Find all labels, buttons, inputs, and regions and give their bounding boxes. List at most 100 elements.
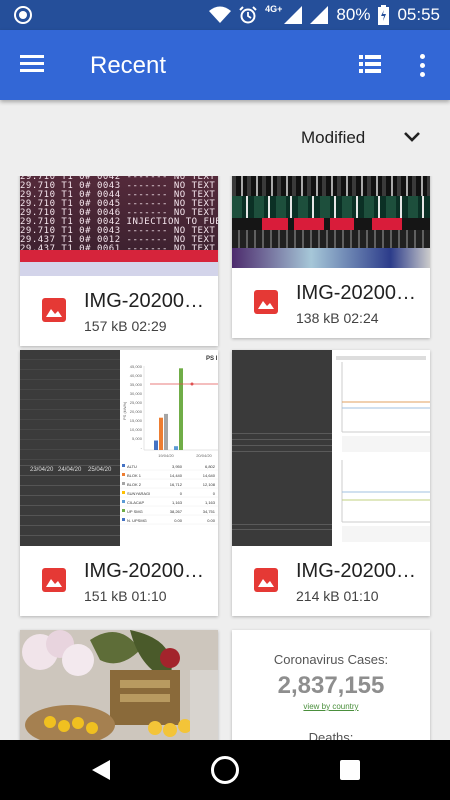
- list-view-icon[interactable]: [358, 52, 384, 78]
- table-row-label: BLOK 1: [127, 473, 142, 478]
- navigation-bar: [0, 740, 450, 800]
- table-cell: 1,163: [172, 500, 183, 505]
- y-tick-label: 30,000: [130, 391, 143, 396]
- file-card[interactable]: 23/04/20 24/04/20 25/04/20 PS I 45,000 40,00…: [20, 350, 218, 616]
- table-cell: 38,267: [170, 509, 183, 514]
- image-thumbnail: [232, 350, 430, 546]
- y-tick-label: -: [141, 445, 143, 450]
- battery-percentage: 80%: [336, 5, 371, 24]
- sort-bar: Modified: [0, 100, 450, 176]
- table-cell: 34,751: [203, 509, 216, 514]
- y-tick-label: 15,000: [130, 418, 143, 423]
- chart-bar: [154, 440, 158, 450]
- screen: 4G+ 80% 05:55 Recent Modified 29.710 T1 …: [0, 0, 450, 800]
- notification-icon: [14, 6, 32, 24]
- file-meta: 157 kB 02:29: [84, 318, 167, 334]
- menu-icon[interactable]: [20, 52, 50, 78]
- back-icon[interactable]: [90, 758, 112, 782]
- series-point: [190, 382, 194, 386]
- y-tick-label: 40,000: [130, 373, 143, 378]
- image-thumbnail: 29.710 T1 0# 0047 ------- NO TEXT29.710 …: [20, 176, 218, 276]
- table-row-label: BLOK 2: [127, 482, 142, 487]
- chart-bar: [159, 417, 163, 450]
- file-name: IMG-20200…: [84, 290, 205, 312]
- image-file-icon: [254, 568, 278, 592]
- file-card[interactable]: Coronavirus Cases: 2,837,155 view by cou…: [232, 630, 430, 740]
- table-cell: 6,802: [205, 464, 216, 469]
- file-name: IMG-20200…: [84, 560, 205, 582]
- file-card[interactable]: IMG-20200… 138 kB 02:24: [232, 176, 430, 338]
- chevron-down-icon[interactable]: [402, 130, 422, 144]
- file-card[interactable]: IMG-20200… 214 kB 01:10: [232, 350, 430, 616]
- table-cell: 0: [213, 491, 216, 496]
- legend-swatch: [122, 464, 125, 467]
- sort-order-label[interactable]: Modified: [301, 128, 365, 148]
- table-cell: 14,640: [203, 473, 216, 478]
- file-name: IMG-20200…: [296, 560, 417, 582]
- status-icons: 4G+ 80% 05:55: [209, 0, 440, 30]
- recent-apps-icon[interactable]: [340, 760, 360, 780]
- y-tick-label: 25,000: [130, 400, 143, 405]
- file-grid: 29.710 T1 0# 0047 ------- NO TEXT29.710 …: [0, 176, 450, 740]
- y-tick-label: 5,000: [132, 436, 143, 441]
- y-tick-label: 35,000: [130, 382, 143, 387]
- battery-charging-icon: [378, 5, 390, 25]
- table-cell: 0.00: [207, 518, 216, 523]
- x-tick-label: 19/04/20: [158, 453, 174, 458]
- legend-swatch: [122, 473, 125, 476]
- more-options-icon[interactable]: [412, 52, 432, 78]
- file-meta: 151 kB 01:10: [84, 588, 167, 604]
- x-tick-label: 20/04/20: [196, 453, 212, 458]
- file-card[interactable]: 29.710 T1 0# 0047 ------- NO TEXT29.710 …: [20, 176, 218, 346]
- app-bar: Recent: [0, 30, 450, 100]
- table-cell: 14,440: [170, 473, 183, 478]
- legend-swatch: [122, 500, 125, 503]
- y-tick-label: 20,000: [130, 409, 143, 414]
- table-cell: 12,108: [203, 482, 216, 487]
- table-row-label: CILACAP: [127, 500, 144, 505]
- table-row-label: SUNYARAGI: [127, 491, 150, 496]
- file-meta: 214 kB 01:10: [296, 588, 379, 604]
- image-file-icon: [254, 290, 278, 314]
- table-cell: 16,712: [170, 482, 183, 487]
- image-thumbnail: [20, 630, 218, 740]
- y-axis-label: PS (kW/h): [122, 401, 127, 420]
- chart-bar: [179, 368, 183, 450]
- file-info: IMG-20200… 151 kB 01:10: [20, 546, 218, 616]
- image-thumbnail: [232, 176, 430, 268]
- table-row-label: ALTU: [127, 464, 137, 469]
- image-thumbnail: 23/04/20 24/04/20 25/04/20 PS I 45,000 40,00…: [20, 350, 218, 546]
- table-cell: 0: [180, 491, 183, 496]
- legend-swatch: [122, 482, 125, 485]
- file-card[interactable]: [20, 630, 218, 740]
- file-name: IMG-20200…: [296, 282, 417, 304]
- network-type-label: 4G+: [265, 4, 283, 14]
- signal-icon-2: [310, 6, 329, 24]
- legend-swatch: [122, 491, 125, 494]
- image-file-icon: [42, 568, 66, 592]
- image-file-icon: [42, 298, 66, 322]
- table-cell: 3,950: [172, 464, 183, 469]
- spreadsheet-preview: 23/04/20 24/04/20 25/04/20: [20, 350, 120, 546]
- chart-bar: [174, 446, 178, 450]
- table-row-label: UP SMG: [127, 509, 143, 514]
- chart-bar: [164, 413, 168, 450]
- wifi-icon: [209, 6, 232, 23]
- file-info: IMG-20200… 214 kB 01:10: [232, 546, 430, 616]
- clock: 05:55: [397, 5, 440, 24]
- image-thumbnail: Coronavirus Cases: 2,837,155 view by cou…: [232, 630, 430, 740]
- page-title: Recent: [90, 52, 167, 79]
- alarm-icon: [239, 6, 257, 24]
- table-cell: 1,163: [205, 500, 216, 505]
- file-info: IMG-20200… 157 kB 02:29: [20, 276, 218, 346]
- file-meta: 138 kB 02:24: [296, 310, 379, 326]
- covid-link: view by country: [303, 702, 359, 711]
- y-tick-label: 10,000: [130, 427, 143, 432]
- file-info: IMG-20200… 138 kB 02:24: [232, 268, 430, 338]
- home-icon[interactable]: [211, 756, 239, 784]
- chart-title: PS I: [206, 356, 218, 362]
- covid-deaths-label: Deaths:: [308, 730, 354, 740]
- table-row-label: N. UPSMG: [127, 518, 147, 523]
- table-cell: 0.00: [174, 518, 183, 523]
- legend-swatch: [122, 509, 125, 512]
